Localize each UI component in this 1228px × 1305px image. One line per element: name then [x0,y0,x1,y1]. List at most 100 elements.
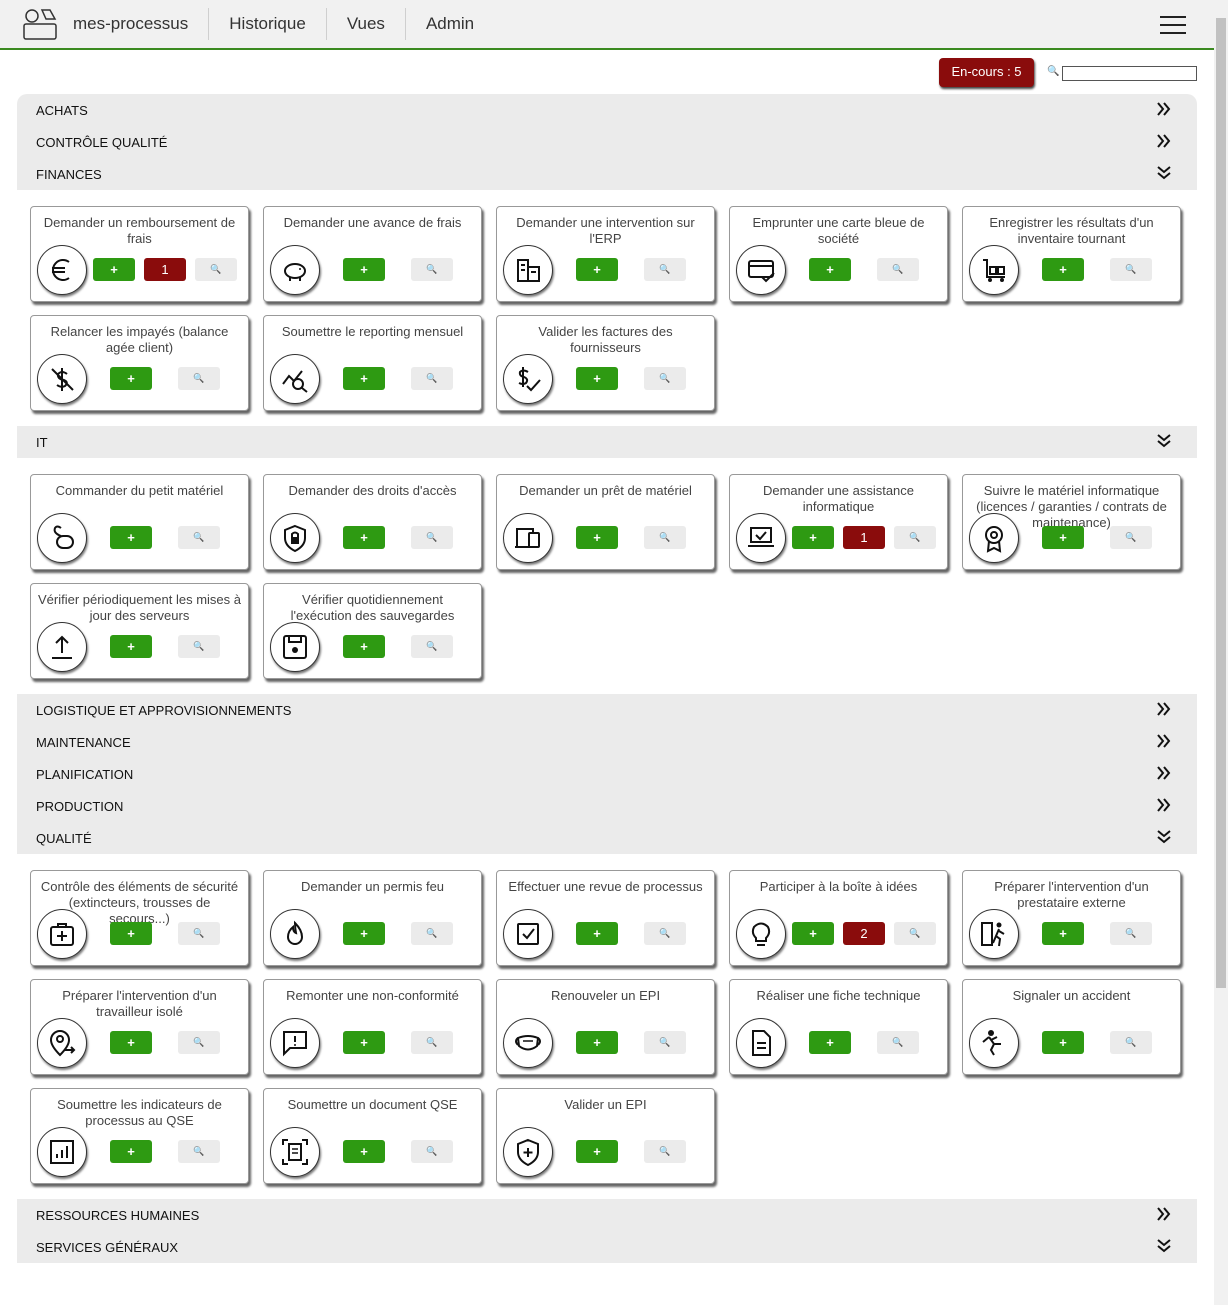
nav-historique[interactable]: Historique [209,8,327,40]
chevron-double-right-icon[interactable] [1155,765,1173,784]
chevron-double-right-icon[interactable] [1155,101,1173,120]
category-services-generaux[interactable]: SERVICES GÉNÉRAUX [17,1231,1197,1263]
add-button[interactable]: + [93,258,135,281]
add-button[interactable]: + [792,922,834,945]
category-it[interactable]: IT [17,426,1197,458]
magnifier-icon: 🔍 [1047,66,1060,77]
add-button[interactable]: + [576,1031,618,1054]
add-button[interactable]: + [110,526,152,549]
category-finances[interactable]: FINANCES [17,158,1197,190]
add-button[interactable]: + [110,1031,152,1054]
add-button[interactable]: + [343,1031,385,1054]
chevron-double-down-icon[interactable] [1155,433,1173,452]
nav-admin[interactable]: Admin [406,8,494,40]
add-button[interactable]: + [576,1140,618,1163]
view-button[interactable]: 🔍 [894,922,936,945]
add-button[interactable]: + [576,922,618,945]
add-button[interactable]: + [1042,526,1084,549]
category-label: PLANIFICATION [36,766,134,782]
add-button[interactable]: + [576,258,618,281]
view-button[interactable]: 🔍 [411,367,453,390]
process-card: Demander un prêt de matériel + 🔍 [496,474,715,570]
logo-icon[interactable] [22,7,58,41]
hamburger-menu-icon[interactable] [1160,16,1186,34]
view-button[interactable]: 🔍 [1110,922,1152,945]
view-button[interactable]: 🔍 [1110,258,1152,281]
scrollbar-thumb[interactable] [1216,18,1226,988]
view-button[interactable]: 🔍 [644,922,686,945]
add-button[interactable]: + [809,258,851,281]
add-button[interactable]: + [343,526,385,549]
chevron-double-right-icon[interactable] [1155,797,1173,816]
category-ressources-humaines[interactable]: RESSOURCES HUMAINES [17,1199,1197,1231]
view-button[interactable]: 🔍 [411,922,453,945]
view-button[interactable]: 🔍 [178,1031,220,1054]
category-achats[interactable]: ACHATS [17,94,1197,126]
add-button[interactable]: + [343,922,385,945]
view-button[interactable]: 🔍 [894,526,936,549]
view-button[interactable]: 🔍 [877,1031,919,1054]
chevron-double-down-icon[interactable] [1155,1238,1173,1257]
add-button[interactable]: + [1042,258,1084,281]
view-button[interactable]: 🔍 [178,1140,220,1163]
view-button[interactable]: 🔍 [1110,526,1152,549]
add-button[interactable]: + [576,526,618,549]
process-card: Relancer les impayés (balance agée clien… [30,315,249,411]
add-button[interactable]: + [343,367,385,390]
chevron-double-down-icon[interactable] [1155,829,1173,848]
add-button[interactable]: + [1042,922,1084,945]
add-button[interactable]: + [809,1031,851,1054]
category-production[interactable]: PRODUCTION [17,790,1197,822]
view-button[interactable]: 🔍 [644,1140,686,1163]
view-button[interactable]: 🔍 [178,367,220,390]
view-button[interactable]: 🔍 [411,1140,453,1163]
chevron-double-right-icon[interactable] [1155,701,1173,720]
pending-count-badge[interactable]: 1 [843,526,885,549]
add-button[interactable]: + [343,258,385,281]
view-button[interactable]: 🔍 [178,635,220,658]
view-button[interactable]: 🔍 [644,367,686,390]
add-button[interactable]: + [343,1140,385,1163]
vertical-scrollbar[interactable] [1214,0,1228,1305]
view-button[interactable]: 🔍 [877,258,919,281]
view-button[interactable]: 🔍 [178,526,220,549]
pending-count-badge[interactable]: 1 [144,258,186,281]
view-button[interactable]: 🔍 [411,1031,453,1054]
view-button[interactable]: 🔍 [195,258,237,281]
bar-chart-icon [37,1127,87,1177]
pending-count-badge[interactable]: 2 [843,922,885,945]
en-cours-button[interactable]: En-cours : 5 [939,58,1034,87]
category-controle-qualite[interactable]: CONTRÔLE QUALITÉ [17,126,1197,158]
add-button[interactable]: + [110,367,152,390]
search-input[interactable] [1062,66,1197,81]
add-button[interactable]: + [110,635,152,658]
category-maintenance[interactable]: MAINTENANCE [17,726,1197,758]
process-title: Demander une intervention sur l'ERP [516,215,695,246]
add-button[interactable]: + [110,1140,152,1163]
view-button[interactable]: 🔍 [644,1031,686,1054]
view-button[interactable]: 🔍 [411,526,453,549]
category-qualite[interactable]: QUALITÉ [17,822,1197,854]
document-scan-icon [270,1127,320,1177]
view-button[interactable]: 🔍 [644,258,686,281]
process-title: Réaliser une fiche technique [756,988,921,1003]
add-button[interactable]: + [110,922,152,945]
category-planification[interactable]: PLANIFICATION [17,758,1197,790]
category-logistique-et-approvisionnements[interactable]: LOGISTIQUE ET APPROVISIONNEMENTS [17,694,1197,726]
view-button[interactable]: 🔍 [411,258,453,281]
add-button[interactable]: + [792,526,834,549]
view-button[interactable]: 🔍 [1110,1031,1152,1054]
chevron-double-down-icon[interactable] [1155,165,1173,184]
brand-link[interactable]: mes-processus [73,8,210,40]
view-button[interactable]: 🔍 [411,635,453,658]
chevron-double-right-icon[interactable] [1155,1206,1173,1225]
add-button[interactable]: + [1042,1031,1084,1054]
chevron-double-right-icon[interactable] [1155,133,1173,152]
add-button[interactable]: + [343,635,385,658]
chevron-double-right-icon[interactable] [1155,733,1173,752]
view-button[interactable]: 🔍 [644,526,686,549]
add-button[interactable]: + [576,367,618,390]
view-button[interactable]: 🔍 [178,922,220,945]
nav-vues[interactable]: Vues [327,8,406,40]
process-card: Demander une assistance informatique +1 🔍 [729,474,948,570]
